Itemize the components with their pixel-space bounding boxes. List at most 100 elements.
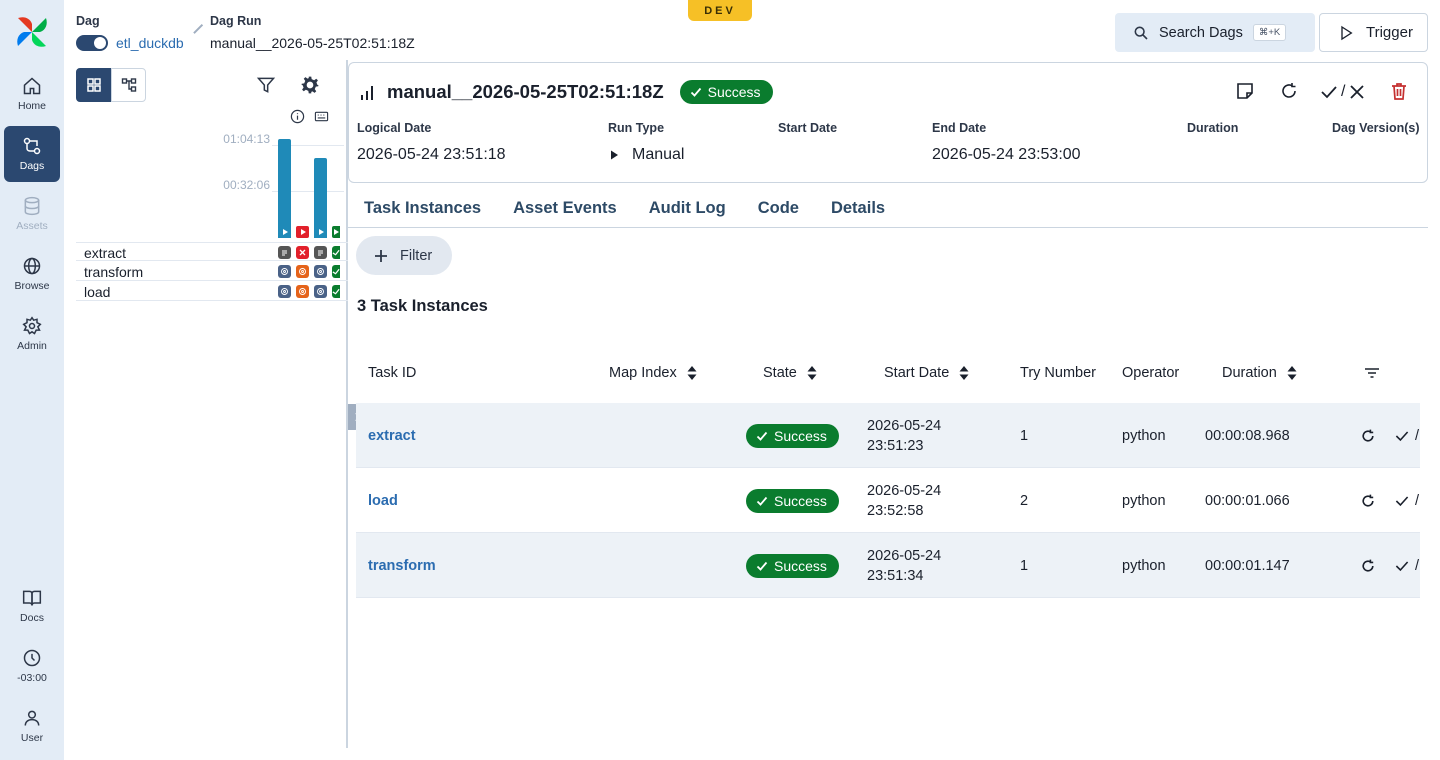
tab-details[interactable]: Details [831, 186, 885, 227]
col-task-id[interactable]: Task ID [368, 343, 416, 403]
add-note-button[interactable] [1235, 81, 1255, 103]
filter-funnel-button[interactable] [255, 74, 277, 96]
task-id-link[interactable]: transform [368, 558, 436, 574]
col-label: Operator [1122, 365, 1180, 381]
grid-task-row[interactable]: load [76, 282, 348, 301]
col-label: Map Index [609, 365, 677, 381]
col-duration[interactable]: Duration [1222, 343, 1297, 403]
nav-home[interactable]: Home [4, 66, 60, 122]
nav-docs[interactable]: Docs [4, 578, 60, 634]
task-try-number: 1 [1020, 427, 1029, 444]
search-label: Search Dags [1159, 24, 1243, 41]
target-icon [299, 288, 306, 295]
tab-asset-events[interactable]: Asset Events [513, 186, 617, 227]
dag-pause-toggle[interactable] [76, 35, 108, 51]
list-icon [318, 250, 323, 256]
tab-task-instances[interactable]: Task Instances [364, 186, 481, 227]
mark-separator: / [1415, 557, 1420, 574]
nav-dags[interactable]: Dags [4, 126, 60, 182]
graph-icon [121, 78, 136, 92]
task-start-date: 2026-05-24 23:52:58 [867, 481, 941, 521]
task-cell-success[interactable] [332, 265, 340, 278]
clear-task-button[interactable] [1360, 403, 1376, 468]
run-duration-bar[interactable] [278, 139, 291, 238]
mark-run-as-button[interactable]: / [1319, 81, 1367, 103]
task-cell-scheduled[interactable] [278, 285, 291, 298]
sort-icon [959, 366, 969, 380]
play-icon [318, 229, 324, 235]
tab-code[interactable]: Code [758, 186, 799, 227]
breadcrumb-dag-link[interactable]: etl_duckdb [116, 35, 184, 51]
check-icon [1395, 430, 1409, 441]
main-content: manual__2026-05-25T02:51:18Z Success / L… [348, 60, 1440, 760]
task-id-link[interactable]: extract [368, 428, 416, 444]
col-state[interactable]: State [763, 343, 817, 403]
search-dags-button[interactable]: Search Dags ⌘+K [1115, 13, 1315, 52]
start-date-day: 2026-05-24 [867, 547, 942, 564]
clock-icon [23, 649, 41, 667]
grid-view-button[interactable] [76, 68, 111, 102]
task-cell-failed[interactable] [296, 246, 309, 259]
clear-task-button[interactable] [1360, 533, 1376, 598]
close-icon [1350, 85, 1365, 99]
keyboard-shortcuts-button[interactable] [314, 109, 330, 125]
nav-timezone[interactable]: -03:00 [4, 638, 60, 694]
task-operator: python [1122, 492, 1166, 509]
run-failed-marker[interactable] [296, 226, 309, 238]
table-header: Task ID Map Index State Start Date Try N… [356, 343, 1420, 403]
nav-browse[interactable]: Browse [4, 246, 60, 302]
col-try-number: Try Number [1020, 343, 1096, 403]
task-cell-scheduled[interactable] [314, 265, 327, 278]
task-cell-queued[interactable] [314, 246, 327, 259]
meta-label: End Date [932, 121, 987, 135]
task-cell-scheduled[interactable] [278, 265, 291, 278]
run-manual-marker [278, 226, 291, 238]
airflow-logo-icon[interactable] [12, 12, 52, 52]
table-row[interactable]: transform Success 2026-05-24 23:51:34 1 p… [356, 533, 1420, 598]
grid-settings-button[interactable] [299, 74, 321, 96]
task-try-number: 1 [1020, 557, 1029, 574]
check-icon [1395, 560, 1409, 571]
delete-run-button[interactable] [1389, 81, 1409, 103]
grid-task-row[interactable]: extract [76, 242, 348, 261]
task-cell-upstream-failed[interactable] [296, 285, 309, 298]
mark-task-as-button[interactable]: / [1394, 533, 1419, 598]
breadcrumb-run-label: Dag Run [210, 14, 262, 28]
breadcrumb-dag: Dag etl_duckdb [76, 14, 184, 51]
col-label: Start Date [884, 365, 950, 381]
gear-icon [22, 316, 42, 335]
search-shortcut: ⌘+K [1252, 24, 1287, 41]
table-row[interactable]: load Success 2026-05-24 23:52:58 2 python… [356, 468, 1420, 533]
task-cell-queued[interactable] [278, 246, 291, 259]
add-filter-button[interactable]: Filter [356, 236, 452, 275]
run-title: manual__2026-05-25T02:51:18Z Success [359, 80, 773, 104]
play-icon [282, 229, 288, 235]
col-start-date[interactable]: Start Date [884, 343, 969, 403]
nav-admin[interactable]: Admin [4, 306, 60, 362]
mark-task-as-button[interactable]: / [1394, 403, 1419, 468]
mark-task-as-button[interactable]: / [1394, 468, 1419, 533]
col-map-index[interactable]: Map Index [609, 343, 697, 403]
task-cell-upstream-failed[interactable] [296, 265, 309, 278]
trigger-button[interactable]: Trigger [1319, 13, 1428, 52]
task-cell-scheduled[interactable] [314, 285, 327, 298]
graph-view-button[interactable] [111, 68, 146, 102]
nav-user[interactable]: User [4, 698, 60, 754]
clear-run-button[interactable] [1279, 81, 1299, 103]
grid-task-row[interactable]: transform [76, 262, 348, 281]
info-button[interactable] [290, 109, 306, 125]
run-success-marker[interactable] [332, 226, 340, 238]
check-icon [332, 249, 340, 256]
tab-audit-log[interactable]: Audit Log [649, 186, 726, 227]
nav-assets[interactable]: Assets [4, 186, 60, 242]
clear-task-button[interactable] [1360, 468, 1376, 533]
table-row[interactable]: extract Success 2026-05-24 23:51:23 1 pyt… [356, 403, 1420, 468]
task-cell-success[interactable] [332, 246, 340, 259]
task-id-link[interactable]: load [368, 493, 398, 509]
column-settings-button[interactable] [1364, 343, 1380, 403]
plus-icon [375, 249, 387, 262]
target-icon [317, 268, 324, 275]
task-cell-success[interactable] [332, 285, 340, 298]
mark-separator: / [1341, 83, 1346, 100]
gear-icon [301, 76, 319, 94]
